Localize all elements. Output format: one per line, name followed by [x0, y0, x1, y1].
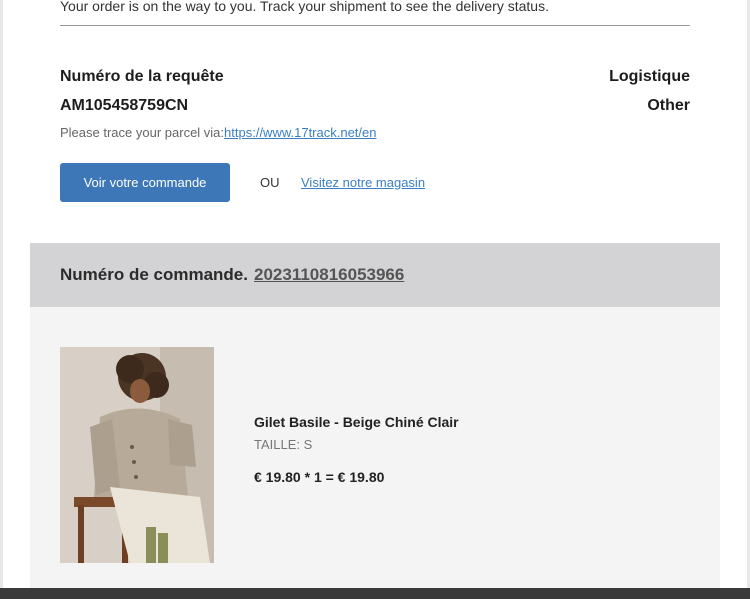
order-item-panel: Gilet Basile - Beige Chiné Clair TAILLE:… — [30, 307, 720, 588]
product-photo-illustration — [60, 347, 214, 563]
product-name[interactable]: Gilet Basile - Beige Chiné Clair — [254, 414, 459, 430]
product-price: € 19.80 * 1 = € 19.80 — [254, 469, 385, 485]
or-separator: OU — [260, 175, 280, 190]
divider — [60, 25, 690, 26]
order-number-link[interactable]: 2023110816053966 — [254, 265, 404, 284]
tracking-number: AM105458759CN — [60, 97, 189, 114]
order-number-label: Numéro de commande. 2023110816053966 — [60, 265, 404, 285]
footer-bar — [0, 588, 750, 599]
request-number-label: Numéro de la requête — [60, 68, 224, 85]
product-image[interactable] — [60, 347, 214, 563]
view-order-button[interactable]: Voir votre commande — [60, 163, 230, 202]
order-header: Numéro de commande. 2023110816053966 — [30, 243, 720, 307]
order-label-text: Numéro de commande. — [60, 265, 248, 284]
trace-prefix: Please trace your parcel via: — [60, 125, 225, 140]
shipping-message: Your order is on the way to you. Track y… — [60, 0, 549, 14]
email-content: Your order is on the way to you. Track y… — [3, 0, 747, 588]
product-size: TAILLE: S — [254, 437, 313, 452]
trace-text: Please trace your parcel via:https://www… — [60, 125, 377, 140]
tracking-link[interactable]: https://www.17track.net/en — [224, 125, 376, 140]
logistics-label: Logistique — [609, 68, 690, 85]
logistics-value: Other — [647, 97, 690, 114]
visit-store-link[interactable]: Visitez notre magasin — [301, 175, 425, 190]
